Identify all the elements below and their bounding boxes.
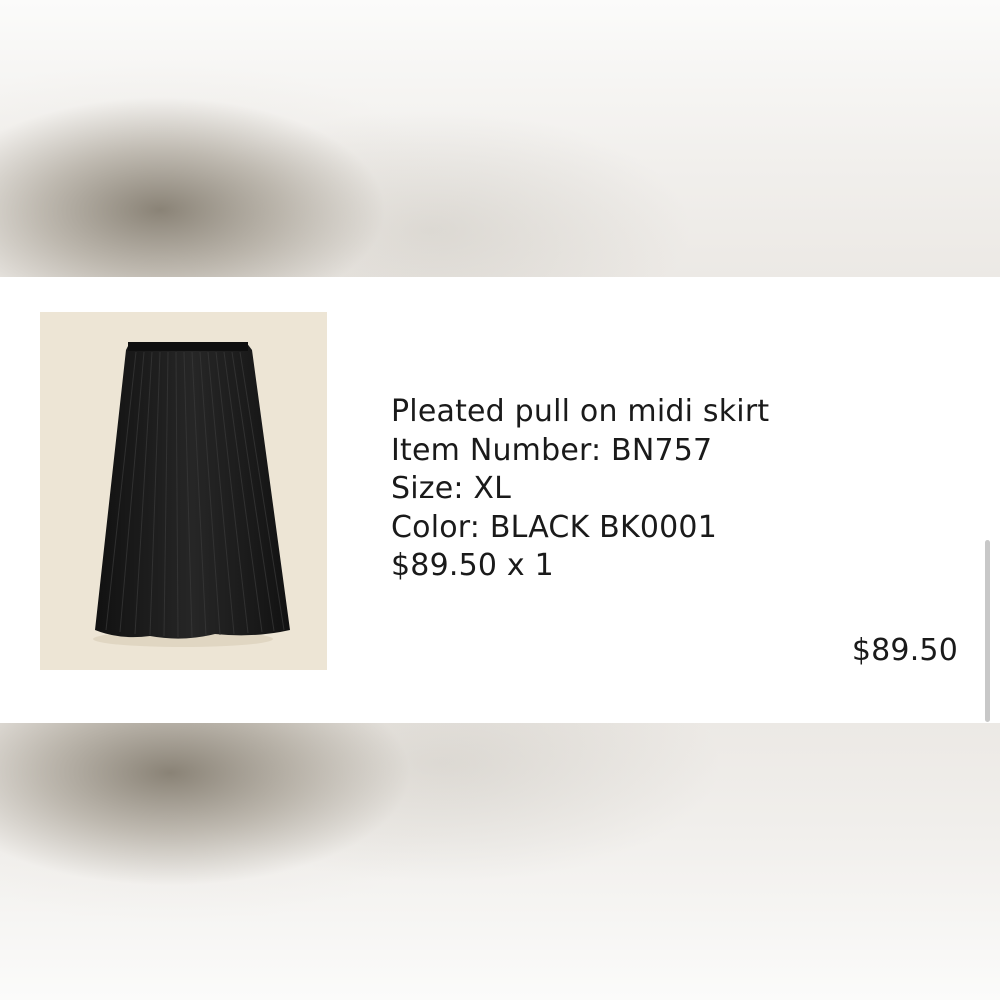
blurred-background-top — [0, 0, 1000, 277]
skirt-icon — [93, 342, 290, 647]
blurred-background-bottom — [0, 723, 1000, 1000]
scrollbar[interactable] — [985, 540, 990, 722]
item-color: Color: BLACK BK0001 — [391, 509, 717, 545]
item-number: Item Number: BN757 — [391, 432, 713, 468]
price-quantity: $89.50 x 1 — [391, 548, 554, 583]
product-image[interactable] — [40, 312, 327, 670]
order-item-card: Pleated pull on midi skirt Item Number: … — [0, 277, 1000, 723]
item-details: Pleated pull on midi skirt Item Number: … — [391, 393, 769, 586]
order-screenshot: Pleated pull on midi skirt Item Number: … — [0, 0, 1000, 1000]
product-name[interactable]: Pleated pull on midi skirt — [391, 393, 769, 432]
item-size: Size: XL — [391, 471, 512, 506]
line-total: $89.50 — [851, 633, 958, 668]
